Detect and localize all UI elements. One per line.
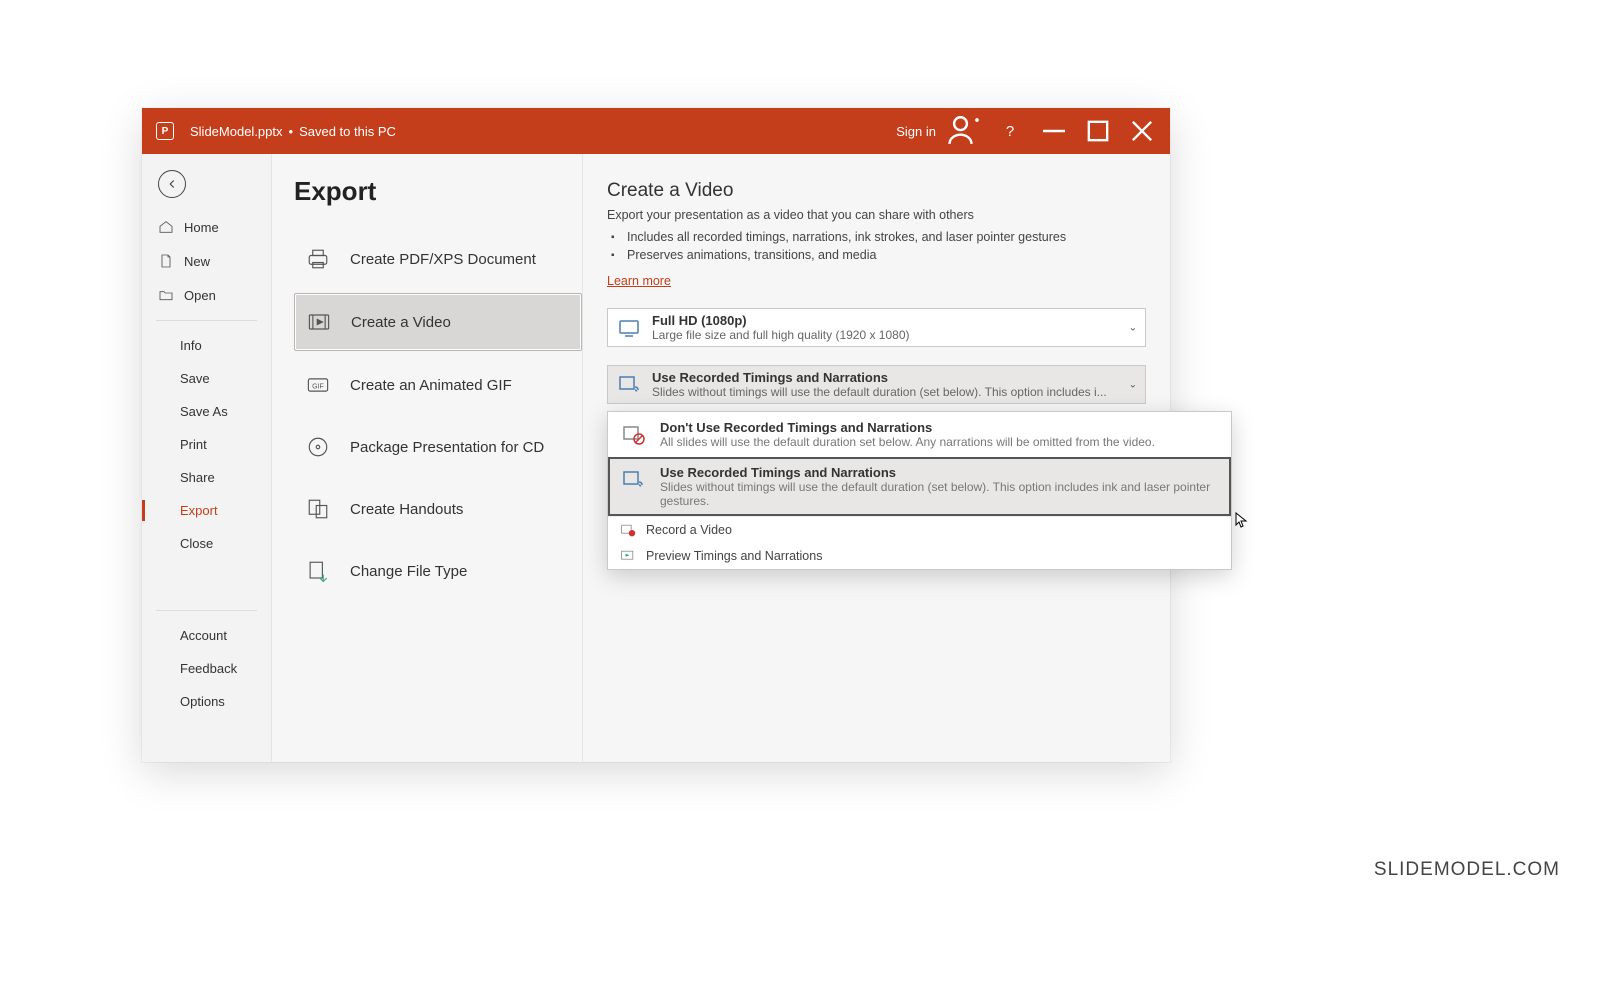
export-heading: Export [294,176,582,207]
printer-icon [304,245,332,273]
sidebar-item-saveas[interactable]: Save As [142,395,271,428]
timings-title: Use Recorded Timings and Narrations [652,370,1107,385]
handouts-icon [304,495,332,523]
dropdown-option-use[interactable]: Use Recorded Timings and Narrations Slid… [608,457,1231,516]
preview-icon [620,548,636,564]
quality-subtitle: Large file size and full high quality (1… [652,328,910,342]
dropdown-option-dont-use[interactable]: Don't Use Recorded Timings and Narration… [608,412,1231,457]
maximize-button[interactable] [1076,108,1120,154]
detail-bullet-1: Includes all recorded timings, narration… [627,228,1146,246]
svg-text:GIF: GIF [312,384,324,391]
film-no-icon [620,422,646,448]
detail-heading: Create a Video [607,180,1146,202]
account-manager-icon[interactable] [944,108,988,154]
change-filetype-icon [304,557,332,585]
export-option-gif[interactable]: GIF Create an Animated GIF [294,357,582,413]
sidebar-divider-2 [156,610,257,611]
timings-subtitle: Slides without timings will use the defa… [652,385,1107,399]
minimize-button[interactable] [1032,108,1076,154]
chevron-down-icon: ⌄ [1129,322,1137,333]
sidebar-item-account[interactable]: Account [142,619,271,652]
detail-bullet-2: Preserves animations, transitions, and m… [627,246,1146,264]
export-type-column: Export Create PDF/XPS Document Create a … [272,154,582,762]
sidebar-item-print[interactable]: Print [142,428,271,461]
sidebar-item-info[interactable]: Info [142,329,271,362]
sidebar-item-export[interactable]: Export [142,494,271,527]
home-icon [158,219,174,235]
sidebar-item-share[interactable]: Share [142,461,271,494]
document-title: SlideModel.pptx [190,124,283,139]
new-file-icon [158,253,174,269]
sidebar-item-options[interactable]: Options [142,685,271,718]
monitor-icon [616,315,642,341]
open-folder-icon [158,287,174,303]
sidebar-label-open: Open [184,288,216,303]
chevron-down-icon: ⌄ [1129,379,1137,390]
sidebar-item-new[interactable]: New [142,244,271,278]
learn-more-link[interactable]: Learn more [607,274,671,288]
timings-dropdown[interactable]: Use Recorded Timings and Narrations Slid… [607,365,1146,404]
film-icon [305,308,333,336]
timings-dropdown-menu: Don't Use Recorded Timings and Narration… [607,411,1232,570]
sidebar-item-feedback[interactable]: Feedback [142,652,271,685]
detail-bullets: Includes all recorded timings, narration… [607,228,1146,264]
close-window-button[interactable] [1120,108,1164,154]
dropdown-action-preview[interactable]: Preview Timings and Narrations [608,543,1231,569]
film-audio-icon [620,467,646,493]
export-option-pdf[interactable]: Create PDF/XPS Document [294,231,582,287]
mouse-cursor-icon [1234,512,1250,528]
sidebar-divider [156,320,257,321]
dropdown-action-record[interactable]: Record a Video [608,517,1231,543]
export-option-cd[interactable]: Package Presentation for CD [294,419,582,475]
video-quality-dropdown[interactable]: Full HD (1080p) Large file size and full… [607,308,1146,347]
export-option-video[interactable]: Create a Video [294,293,582,351]
export-option-handouts[interactable]: Create Handouts [294,481,582,537]
title-bar: P SlideModel.pptx • Saved to this PC Sig… [142,108,1170,154]
detail-subtitle: Export your presentation as a video that… [607,208,1146,222]
sidebar-item-save[interactable]: Save [142,362,271,395]
sidebar-label-home: Home [184,220,219,235]
powerpoint-backstage-window: P SlideModel.pptx • Saved to this PC Sig… [142,108,1170,762]
watermark-text: SLIDEMODEL.COM [1374,859,1560,881]
record-icon [620,522,636,538]
backstage-sidebar: Home New Open Info Save Save As Print Sh… [142,154,272,762]
export-detail-column: Create a Video Export your presentation … [582,154,1170,762]
export-option-filetype[interactable]: Change File Type [294,543,582,599]
sidebar-item-close[interactable]: Close [142,527,271,560]
title-separator: • [289,124,294,139]
back-button[interactable] [158,170,186,198]
sidebar-item-home[interactable]: Home [142,210,271,244]
cd-icon [304,433,332,461]
quality-title: Full HD (1080p) [652,313,910,328]
sidebar-label-new: New [184,254,210,269]
sidebar-item-open[interactable]: Open [142,278,271,312]
powerpoint-app-icon: P [156,122,174,140]
sign-in-link[interactable]: Sign in [896,124,936,139]
film-audio-icon [616,372,642,398]
save-status: Saved to this PC [299,124,396,139]
help-button[interactable]: ? [988,108,1032,154]
gif-icon: GIF [304,371,332,399]
